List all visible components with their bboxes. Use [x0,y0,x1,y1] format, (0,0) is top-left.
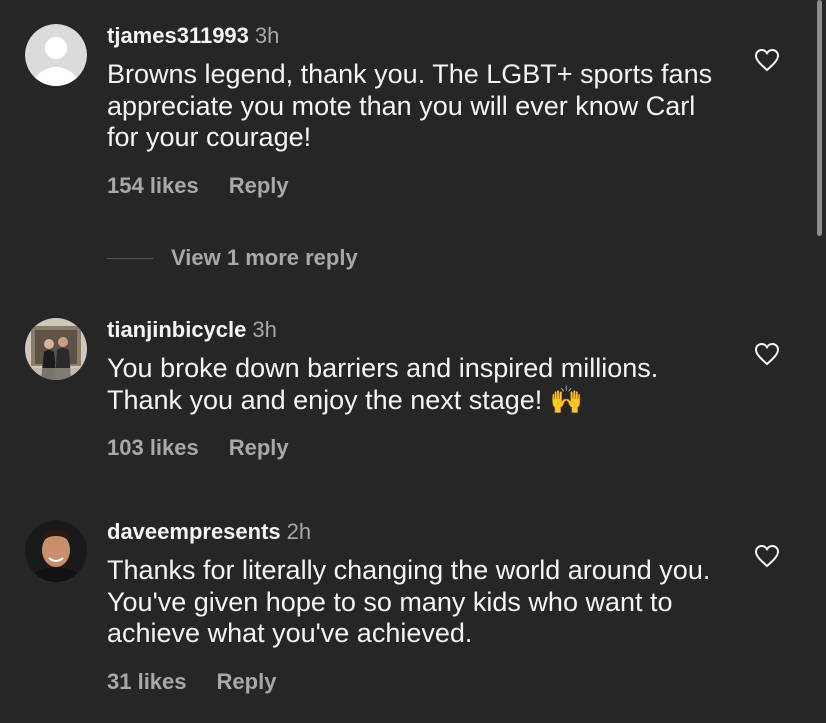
comment-text: Browns legend, thank you. The LGBT+ spor… [107,59,713,152]
heart-icon[interactable] [754,544,780,568]
comment-actions: 154 likes Reply [107,173,289,199]
comment-text: Thanks for literally changing the world … [107,555,711,648]
comment-header: tianjinbicycle 3h [107,317,277,343]
comments-panel: tjames311993 3h Browns legend, thank you.… [0,0,826,723]
timestamp: 2h [286,519,312,544]
comment-actions: 31 likes Reply [107,669,276,695]
timestamp: 3h [252,317,277,342]
avatar[interactable] [25,520,87,582]
username[interactable]: tianjinbicycle [107,317,246,342]
reply-button[interactable]: Reply [229,173,289,198]
reply-button[interactable]: Reply [229,435,289,460]
man-portrait-avatar [25,520,87,582]
comment-text: You broke down barriers and inspired mil… [107,353,727,416]
timestamp: 3h [254,23,280,48]
comment-actions: 103 likes Reply [107,435,289,461]
couple-photo-avatar [25,318,87,380]
heart-icon[interactable] [754,48,780,72]
avatar[interactable] [25,24,87,86]
raising-hands-emoji: 🙌 [549,384,584,415]
heart-icon[interactable] [754,342,780,366]
likes-count[interactable]: 31 likes [107,669,187,694]
view-more-label: View 1 more reply [171,245,358,270]
default-avatar-icon [25,24,87,86]
username[interactable]: daveempresents [107,519,281,544]
comment-header: daveempresents 2h [107,519,311,545]
reply-button[interactable]: Reply [217,669,277,694]
avatar[interactable] [25,318,87,380]
likes-count[interactable]: 154 likes [107,173,199,198]
view-more-replies[interactable]: View 1 more reply [107,245,358,271]
scrollbar[interactable] [817,0,822,236]
comment-header: tjames311993 3h [107,23,279,49]
likes-count[interactable]: 103 likes [107,435,199,460]
divider-line [107,257,153,259]
username[interactable]: tjames311993 [107,23,249,48]
